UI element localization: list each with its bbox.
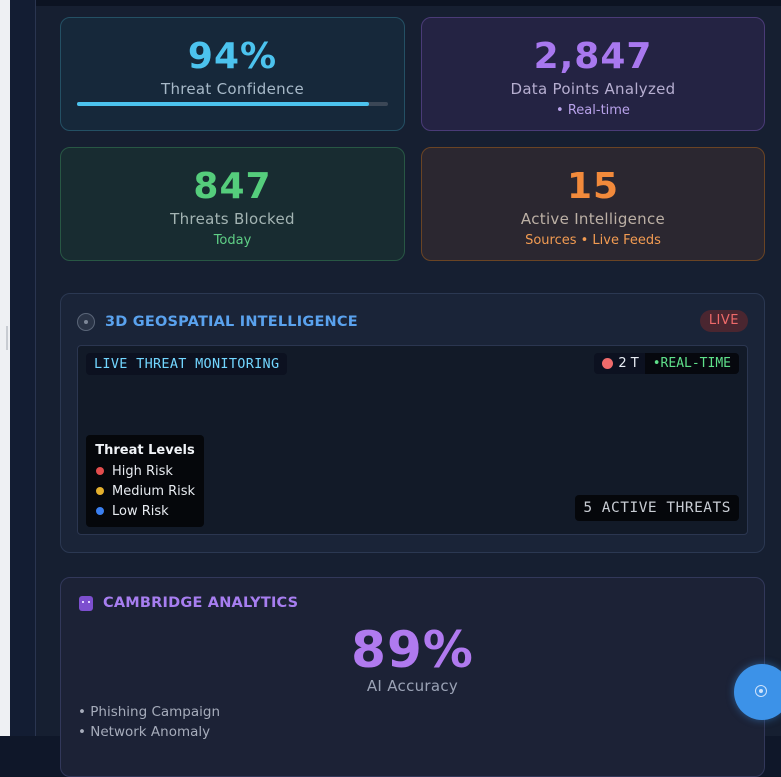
- map-status: 2 T •REAL-TIME: [594, 353, 739, 374]
- data-points-label: Data Points Analyzed: [510, 80, 676, 98]
- realtime-indicator: •REAL-TIME: [644, 353, 739, 374]
- cambridge-analytics-panel: CAMBRIDGE ANALYTICS 89% AI Accuracy • Ph…: [60, 577, 765, 777]
- ai-accuracy-label: AI Accuracy: [366, 677, 459, 695]
- assistant-icon: [755, 685, 767, 697]
- confidence-progress-fill: [77, 102, 370, 106]
- active-intelligence-card: 15 Active Intelligence Sources • Live Fe…: [421, 147, 765, 261]
- robot-icon: [79, 595, 93, 611]
- list-item: • Phishing Campaign: [78, 704, 221, 720]
- cambridge-title: CAMBRIDGE ANALYTICS: [103, 595, 299, 611]
- threat-type-list: • Phishing Campaign • Network Anomaly: [78, 702, 220, 742]
- cambridge-header: CAMBRIDGE ANALYTICS: [79, 595, 298, 611]
- active-intelligence-label: Active Intelligence: [520, 210, 666, 228]
- high-risk-dot-icon: [96, 467, 104, 475]
- threats-blocked-label: Threats Blocked: [170, 210, 295, 228]
- threat-confidence-card: 94% Threat Confidence: [60, 17, 405, 131]
- active-intelligence-value: 15: [566, 166, 620, 207]
- confidence-progress-bar: [77, 102, 388, 106]
- low-risk-dot-icon: [96, 507, 104, 515]
- threat-confidence-value: 94%: [187, 36, 278, 77]
- threat-map[interactable]: LIVE THREAT MONITORING 2 T •REAL-TIME Th…: [77, 345, 748, 535]
- data-points-card: 2,847 Data Points Analyzed • Real-time: [421, 17, 765, 131]
- legend-label: High Risk: [112, 463, 173, 479]
- data-points-value: 2,847: [533, 36, 653, 77]
- threats-blocked-sub: Today: [213, 233, 252, 248]
- geospatial-panel: 3D GEOSPATIAL INTELLIGENCE LIVE LIVE THR…: [60, 293, 765, 553]
- sidebar-strip: [10, 0, 36, 736]
- geospatial-header: 3D GEOSPATIAL INTELLIGENCE: [77, 312, 358, 332]
- assistant-fab-button[interactable]: [734, 664, 781, 720]
- active-intelligence-sub: Sources • Live Feeds: [525, 233, 661, 248]
- threats-blocked-card: 847 Threats Blocked Today: [60, 147, 405, 261]
- threat-count-indicator: 2 T: [594, 353, 645, 374]
- resize-grip[interactable]: [6, 326, 8, 350]
- threat-confidence-label: Threat Confidence: [160, 80, 304, 98]
- ai-accuracy-value: 89%: [351, 621, 474, 679]
- legend-item-high: High Risk: [94, 461, 196, 481]
- threats-blocked-value: 847: [193, 166, 272, 207]
- legend-label: Medium Risk: [112, 483, 196, 499]
- geospatial-title: 3D GEOSPATIAL INTELLIGENCE: [105, 314, 358, 330]
- page-edge: [0, 0, 10, 736]
- live-badge: LIVE: [699, 310, 748, 332]
- list-item: • Network Anomaly: [78, 724, 211, 740]
- legend-item-low: Low Risk: [94, 501, 196, 521]
- map-tag: LIVE THREAT MONITORING: [86, 353, 288, 375]
- threat-legend: Threat Levels High Risk Medium Risk Low …: [86, 435, 204, 527]
- legend-label: Low Risk: [112, 503, 169, 519]
- legend-title: Threat Levels: [95, 443, 195, 458]
- alert-dot-icon: [602, 358, 614, 369]
- medium-risk-dot-icon: [96, 487, 104, 495]
- data-points-sub: • Real-time: [556, 103, 630, 118]
- threat-count-text: 2 T: [618, 356, 639, 371]
- globe-icon: [77, 313, 95, 331]
- legend-item-medium: Medium Risk: [94, 481, 196, 501]
- active-threats-label: 5 ACTIVE THREATS: [575, 495, 739, 521]
